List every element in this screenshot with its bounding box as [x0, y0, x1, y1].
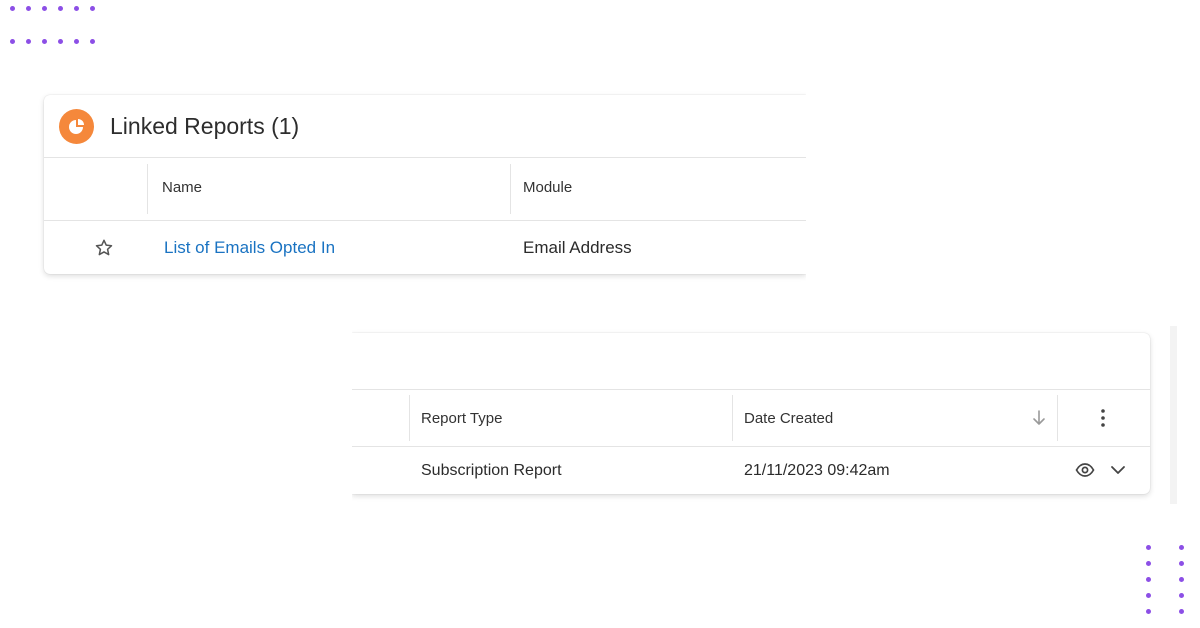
column-header-module[interactable]: Module — [523, 179, 572, 196]
column-divider — [1057, 395, 1058, 441]
star-icon[interactable] — [94, 238, 114, 258]
table-row: List of Emails Opted In Email Address — [44, 221, 806, 274]
linked-reports-column-headers: Name Module — [44, 158, 806, 221]
pie-chart-icon — [59, 109, 94, 144]
date-created-cell: 21/11/2023 09:42am — [744, 462, 890, 479]
chevron-down-icon[interactable] — [1110, 464, 1126, 476]
decorative-dots-bottom-right — [1146, 545, 1191, 620]
report-name-link[interactable]: List of Emails Opted In — [164, 238, 335, 258]
sort-desc-arrow-icon[interactable] — [1031, 409, 1047, 427]
column-header-report-type[interactable]: Report Type — [421, 410, 502, 427]
column-header-date-created[interactable]: Date Created — [744, 410, 833, 427]
column-divider — [732, 395, 733, 441]
linked-reports-title: Linked Reports (1) — [110, 113, 300, 139]
module-cell: Email Address — [523, 238, 632, 257]
scroll-edge-strip — [1170, 326, 1177, 504]
report-details-card: Report Type Date Created Subscription Re… — [352, 333, 1150, 494]
column-divider — [510, 164, 511, 214]
decorative-dots-top-left — [10, 6, 100, 46]
report-details-header — [352, 333, 1150, 390]
table-row: Subscription Report 21/11/2023 09:42am — [352, 447, 1150, 494]
linked-reports-card: Linked Reports (1) Name Module List of E… — [44, 95, 806, 274]
report-details-column-headers: Report Type Date Created — [352, 390, 1150, 447]
kebab-menu-icon[interactable] — [1096, 408, 1110, 428]
column-header-name[interactable]: Name — [162, 179, 202, 196]
eye-icon[interactable] — [1075, 462, 1095, 478]
column-divider — [409, 395, 410, 441]
column-divider — [147, 164, 148, 214]
report-type-cell: Subscription Report — [421, 462, 562, 479]
linked-reports-header: Linked Reports (1) — [44, 95, 806, 158]
